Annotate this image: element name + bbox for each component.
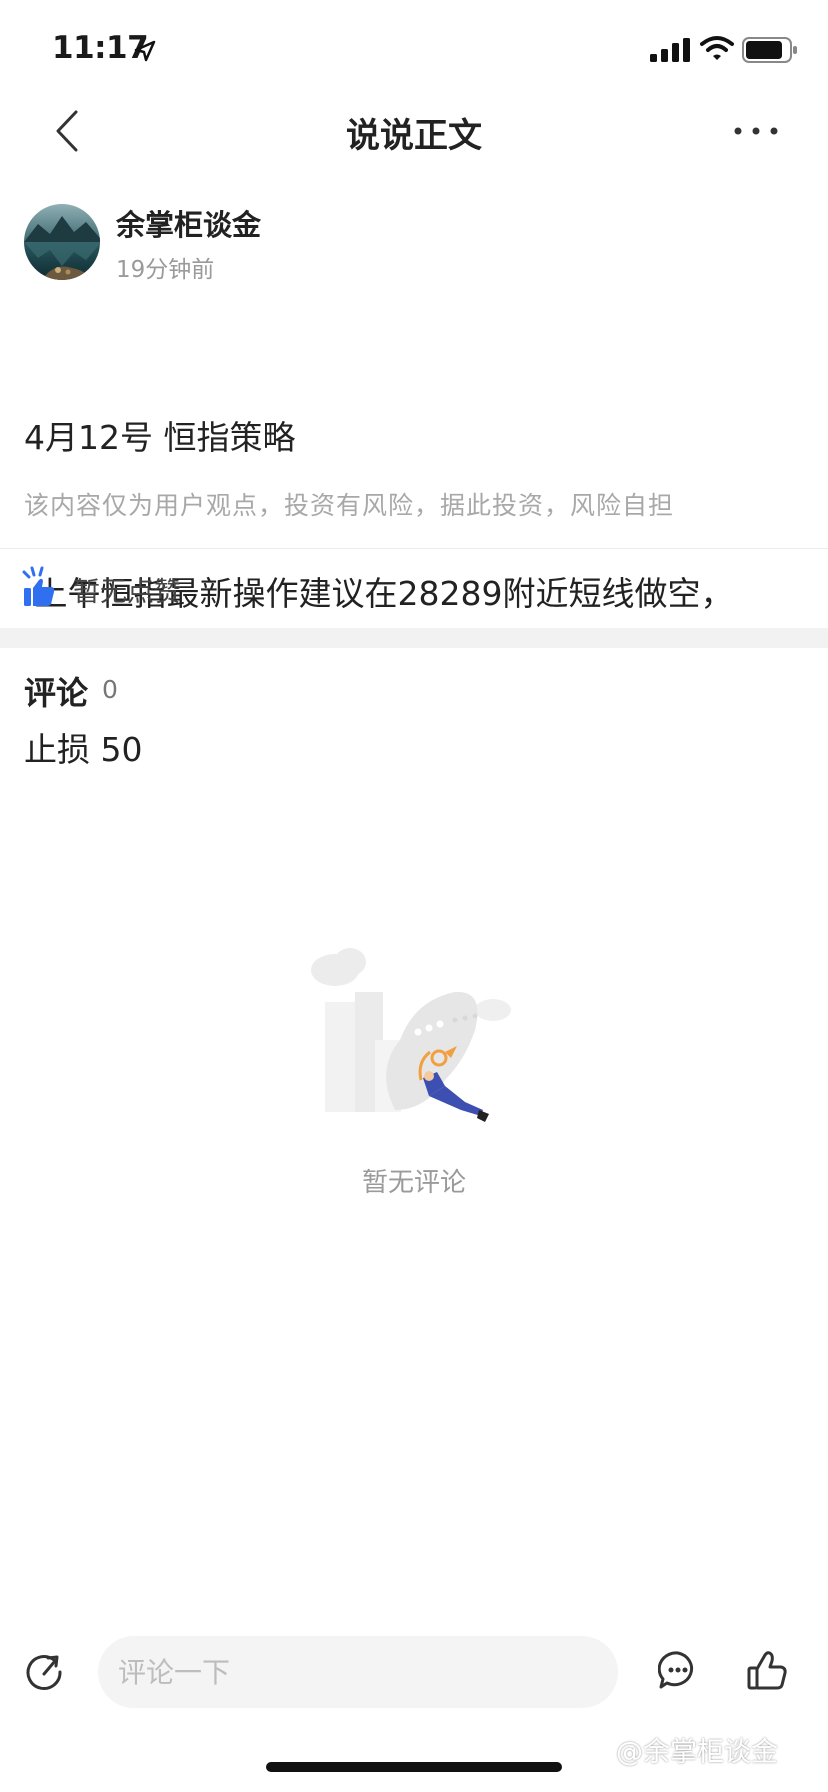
- comments-heading: 评论: [24, 674, 89, 712]
- share-icon[interactable]: [24, 1652, 64, 1692]
- post-content: 4月12号 恒指策略 上午恒指最新操作建议在28289附近短线做空， 止损 50: [24, 308, 814, 828]
- home-indicator[interactable]: [266, 1762, 562, 1772]
- post-line: 止损 50: [24, 730, 143, 769]
- cellular-signal-icon: [650, 38, 690, 62]
- risk-disclaimer: 该内容仅为用户观点，投资有风险，据此投资，风险自担: [24, 491, 675, 520]
- empty-comments-text: 暂无评论: [361, 1168, 466, 1198]
- watermark: @余掌柜谈金: [616, 1737, 778, 1768]
- like-button-icon[interactable]: [746, 1648, 788, 1692]
- post-timestamp: 19分钟前: [116, 257, 215, 283]
- more-options-icon[interactable]: [730, 118, 782, 144]
- author-avatar[interactable]: [24, 204, 100, 280]
- battery-icon: [742, 37, 797, 63]
- wifi-icon: [700, 36, 734, 60]
- location-arrow-icon: [134, 40, 156, 62]
- comment-icon[interactable]: [658, 1650, 698, 1690]
- empty-comments-illustration: [311, 948, 511, 1122]
- thumbs-up-icon[interactable]: [22, 566, 56, 608]
- like-status: 暂无点赞: [73, 577, 181, 608]
- comments-count: 0: [102, 675, 118, 704]
- author-name[interactable]: 余掌柜谈金: [116, 202, 261, 244]
- post-line: 4月12号 恒指策略: [24, 418, 296, 457]
- page-title: 说说正文: [346, 116, 482, 156]
- section-divider: [0, 628, 828, 648]
- comment-input[interactable]: [98, 1636, 618, 1708]
- divider: [0, 548, 828, 549]
